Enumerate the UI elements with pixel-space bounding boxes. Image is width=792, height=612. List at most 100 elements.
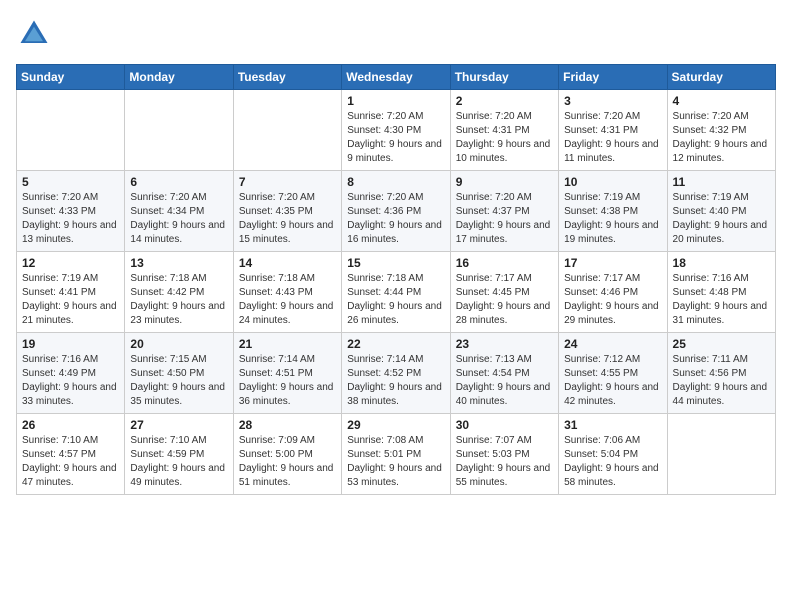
day-info: Sunrise: 7:17 AM Sunset: 4:46 PM Dayligh… [564, 272, 661, 328]
day-number: 3 [564, 94, 661, 108]
calendar-cell: 30 Sunrise: 7:07 AM Sunset: 5:03 PM Dayli… [450, 414, 558, 495]
day-number: 29 [347, 418, 444, 432]
calendar-cell: 2 Sunrise: 7:20 AM Sunset: 4:31 PM Daylig… [450, 90, 558, 171]
logo-icon [16, 16, 52, 52]
day-number: 5 [22, 175, 119, 189]
calendar-header-friday: Friday [559, 65, 667, 90]
calendar-cell: 24 Sunrise: 7:12 AM Sunset: 4:55 PM Dayli… [559, 333, 667, 414]
day-info: Sunrise: 7:12 AM Sunset: 4:55 PM Dayligh… [564, 353, 661, 409]
calendar-cell: 31 Sunrise: 7:06 AM Sunset: 5:04 PM Dayli… [559, 414, 667, 495]
calendar-cell: 5 Sunrise: 7:20 AM Sunset: 4:33 PM Daylig… [17, 171, 125, 252]
day-info: Sunrise: 7:06 AM Sunset: 5:04 PM Dayligh… [564, 434, 661, 490]
day-info: Sunrise: 7:15 AM Sunset: 4:50 PM Dayligh… [130, 353, 227, 409]
calendar-cell: 19 Sunrise: 7:16 AM Sunset: 4:49 PM Dayli… [17, 333, 125, 414]
day-info: Sunrise: 7:07 AM Sunset: 5:03 PM Dayligh… [456, 434, 553, 490]
day-info: Sunrise: 7:11 AM Sunset: 4:56 PM Dayligh… [673, 353, 770, 409]
calendar-table: SundayMondayTuesdayWednesdayThursdayFrid… [16, 64, 776, 495]
logo [16, 16, 56, 52]
day-info: Sunrise: 7:20 AM Sunset: 4:36 PM Dayligh… [347, 191, 444, 247]
calendar-cell: 18Sunrise: 7:16 AM Sunset: 4:48 PM Dayli… [667, 252, 775, 333]
calendar-cell: 3 Sunrise: 7:20 AM Sunset: 4:31 PM Daylig… [559, 90, 667, 171]
calendar-cell: 29 Sunrise: 7:08 AM Sunset: 5:01 PM Dayli… [342, 414, 450, 495]
day-number: 13 [130, 256, 227, 270]
day-info: Sunrise: 7:20 AM Sunset: 4:32 PM Dayligh… [673, 110, 770, 166]
day-number: 8 [347, 175, 444, 189]
calendar-cell [17, 90, 125, 171]
calendar-cell: 22 Sunrise: 7:14 AM Sunset: 4:52 PM Dayli… [342, 333, 450, 414]
calendar-week-row: 26 Sunrise: 7:10 AM Sunset: 4:57 PM Dayli… [17, 414, 776, 495]
calendar-header-row: SundayMondayTuesdayWednesdayThursdayFrid… [17, 65, 776, 90]
calendar-cell: 13 Sunrise: 7:18 AM Sunset: 4:42 PM Dayli… [125, 252, 233, 333]
day-number: 9 [456, 175, 553, 189]
day-info: Sunrise: 7:16 AM Sunset: 4:48 PM Dayligh… [673, 272, 770, 328]
day-info: Sunrise: 7:14 AM Sunset: 4:51 PM Dayligh… [239, 353, 336, 409]
day-info: Sunrise: 7:08 AM Sunset: 5:01 PM Dayligh… [347, 434, 444, 490]
day-info: Sunrise: 7:19 AM Sunset: 4:38 PM Dayligh… [564, 191, 661, 247]
day-number: 4 [673, 94, 770, 108]
calendar-cell: 11Sunrise: 7:19 AM Sunset: 4:40 PM Dayli… [667, 171, 775, 252]
day-number: 23 [456, 337, 553, 351]
calendar-week-row: 5 Sunrise: 7:20 AM Sunset: 4:33 PM Daylig… [17, 171, 776, 252]
day-info: Sunrise: 7:19 AM Sunset: 4:41 PM Dayligh… [22, 272, 119, 328]
day-number: 15 [347, 256, 444, 270]
day-number: 22 [347, 337, 444, 351]
calendar-header-thursday: Thursday [450, 65, 558, 90]
calendar-cell: 16Sunrise: 7:17 AM Sunset: 4:45 PM Dayli… [450, 252, 558, 333]
calendar-cell: 8 Sunrise: 7:20 AM Sunset: 4:36 PM Daylig… [342, 171, 450, 252]
day-number: 19 [22, 337, 119, 351]
calendar-week-row: 19 Sunrise: 7:16 AM Sunset: 4:49 PM Dayli… [17, 333, 776, 414]
calendar-header-monday: Monday [125, 65, 233, 90]
day-number: 28 [239, 418, 336, 432]
day-number: 1 [347, 94, 444, 108]
calendar-cell: 6Sunrise: 7:20 AM Sunset: 4:34 PM Daylig… [125, 171, 233, 252]
day-number: 30 [456, 418, 553, 432]
day-info: Sunrise: 7:18 AM Sunset: 4:42 PM Dayligh… [130, 272, 227, 328]
day-number: 2 [456, 94, 553, 108]
calendar-cell: 23 Sunrise: 7:13 AM Sunset: 4:54 PM Dayli… [450, 333, 558, 414]
calendar-header-tuesday: Tuesday [233, 65, 341, 90]
day-info: Sunrise: 7:20 AM Sunset: 4:35 PM Dayligh… [239, 191, 336, 247]
day-info: Sunrise: 7:20 AM Sunset: 4:30 PM Dayligh… [347, 110, 444, 166]
calendar-cell: 26 Sunrise: 7:10 AM Sunset: 4:57 PM Dayli… [17, 414, 125, 495]
calendar-cell: 9 Sunrise: 7:20 AM Sunset: 4:37 PM Daylig… [450, 171, 558, 252]
day-info: Sunrise: 7:20 AM Sunset: 4:33 PM Dayligh… [22, 191, 119, 247]
day-info: Sunrise: 7:13 AM Sunset: 4:54 PM Dayligh… [456, 353, 553, 409]
day-number: 7 [239, 175, 336, 189]
day-info: Sunrise: 7:20 AM Sunset: 4:31 PM Dayligh… [456, 110, 553, 166]
calendar-cell: 27 Sunrise: 7:10 AM Sunset: 4:59 PM Dayli… [125, 414, 233, 495]
day-number: 17 [564, 256, 661, 270]
calendar-week-row: 12 Sunrise: 7:19 AM Sunset: 4:41 PM Dayli… [17, 252, 776, 333]
day-number: 24 [564, 337, 661, 351]
day-info: Sunrise: 7:20 AM Sunset: 4:37 PM Dayligh… [456, 191, 553, 247]
day-info: Sunrise: 7:20 AM Sunset: 4:31 PM Dayligh… [564, 110, 661, 166]
day-info: Sunrise: 7:10 AM Sunset: 4:59 PM Dayligh… [130, 434, 227, 490]
day-info: Sunrise: 7:09 AM Sunset: 5:00 PM Dayligh… [239, 434, 336, 490]
day-number: 26 [22, 418, 119, 432]
day-number: 11 [673, 175, 770, 189]
calendar-week-row: 1 Sunrise: 7:20 AM Sunset: 4:30 PM Daylig… [17, 90, 776, 171]
calendar-cell [233, 90, 341, 171]
calendar-cell: 7 Sunrise: 7:20 AM Sunset: 4:35 PM Daylig… [233, 171, 341, 252]
day-number: 31 [564, 418, 661, 432]
calendar-cell: 17 Sunrise: 7:17 AM Sunset: 4:46 PM Dayli… [559, 252, 667, 333]
day-info: Sunrise: 7:16 AM Sunset: 4:49 PM Dayligh… [22, 353, 119, 409]
calendar-cell: 28 Sunrise: 7:09 AM Sunset: 5:00 PM Dayli… [233, 414, 341, 495]
calendar-header-saturday: Saturday [667, 65, 775, 90]
calendar-cell: 21Sunrise: 7:14 AM Sunset: 4:51 PM Dayli… [233, 333, 341, 414]
page-header [16, 16, 776, 52]
calendar-cell: 15 Sunrise: 7:18 AM Sunset: 4:44 PM Dayli… [342, 252, 450, 333]
day-number: 12 [22, 256, 119, 270]
calendar-cell [667, 414, 775, 495]
day-info: Sunrise: 7:14 AM Sunset: 4:52 PM Dayligh… [347, 353, 444, 409]
calendar-header-wednesday: Wednesday [342, 65, 450, 90]
day-info: Sunrise: 7:10 AM Sunset: 4:57 PM Dayligh… [22, 434, 119, 490]
day-info: Sunrise: 7:18 AM Sunset: 4:43 PM Dayligh… [239, 272, 336, 328]
calendar-cell: 12 Sunrise: 7:19 AM Sunset: 4:41 PM Dayli… [17, 252, 125, 333]
calendar-header-sunday: Sunday [17, 65, 125, 90]
calendar-cell: 4 Sunrise: 7:20 AM Sunset: 4:32 PM Daylig… [667, 90, 775, 171]
day-info: Sunrise: 7:18 AM Sunset: 4:44 PM Dayligh… [347, 272, 444, 328]
day-number: 27 [130, 418, 227, 432]
day-number: 6 [130, 175, 227, 189]
day-number: 25 [673, 337, 770, 351]
day-number: 14 [239, 256, 336, 270]
